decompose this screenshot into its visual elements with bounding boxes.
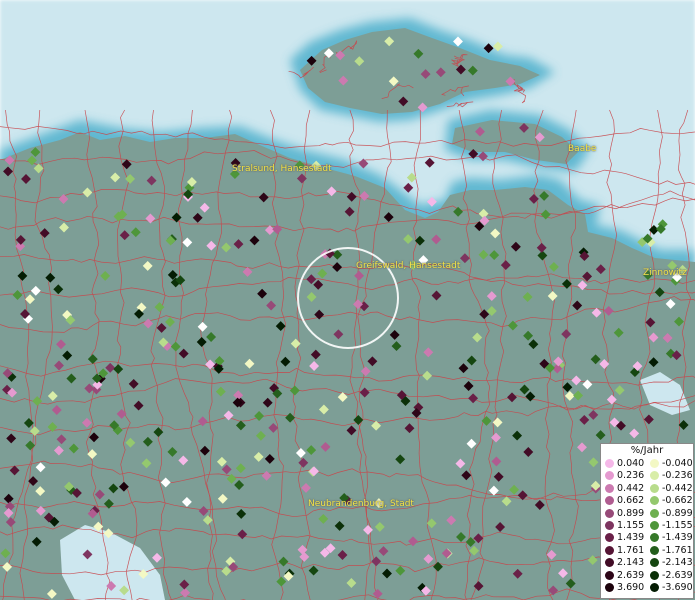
legend-row: 1.155 -1.155 — [603, 520, 693, 532]
place-label-baabe: Baabe — [568, 144, 597, 154]
legend-label-positive: 0.662 — [617, 495, 645, 507]
legend-swatch-positive — [605, 508, 614, 518]
legend-swatch-negative — [650, 570, 659, 580]
place-label-neubrandenburg: Neubrandenburg, Stadt — [308, 499, 414, 509]
map-canvas[interactable] — [0, 0, 695, 600]
place-label-zinnowitz: Zinnowitz — [643, 268, 687, 278]
legend-label-positive: 2.639 — [617, 569, 645, 581]
legend-swatch-positive — [605, 471, 614, 481]
legend-label-negative: -2.143 — [662, 557, 693, 569]
legend-row: 1.761 -1.761 — [603, 545, 693, 557]
legend-swatch-negative — [650, 545, 659, 555]
legend-label-negative: -1.439 — [662, 532, 693, 544]
legend-title: %/Jahr — [630, 445, 664, 456]
legend-row: 0.236 -0.236 — [603, 470, 693, 482]
legend-label-positive: 1.155 — [617, 520, 645, 531]
legend-label-negative: -1.155 — [662, 520, 693, 531]
legend-label-negative: -0.040 — [662, 458, 693, 469]
legend-label-positive: 1.761 — [617, 544, 645, 556]
map-legend: %/Jahr 0.040 -0.040 0.236 -0.236 0.442 -0.442… — [600, 443, 694, 599]
legend-swatch-negative — [650, 471, 659, 481]
legend-label-positive: 0.236 — [617, 470, 645, 482]
legend-row: 0.899 -0.899 — [603, 508, 693, 520]
legend-swatch-negative — [650, 583, 659, 592]
legend-swatch-positive — [605, 459, 614, 468]
legend-swatch-negative — [650, 521, 659, 530]
legend-swatch-positive — [605, 496, 614, 506]
place-label-greifswald: Greifswald, Hansestadt — [356, 261, 461, 271]
legend-swatch-positive — [605, 558, 614, 568]
legend-label-positive: 3.690 — [617, 582, 645, 593]
legend-label-positive: 1.439 — [617, 532, 645, 544]
legend-swatch-positive — [605, 533, 614, 543]
legend-row: 0.662 -0.662 — [603, 495, 693, 507]
legend-label-positive: 0.040 — [617, 458, 645, 469]
legend-label-positive: 0.442 — [617, 482, 645, 494]
legend-row: 1.439 -1.439 — [603, 532, 693, 544]
legend-label-negative: -1.761 — [662, 544, 693, 556]
legend-swatch-negative — [650, 533, 659, 543]
legend-row: 0.442 -0.442 — [603, 483, 693, 495]
legend-swatch-positive — [605, 521, 614, 530]
legend-swatch-negative — [650, 508, 659, 518]
legend-label-positive: 0.899 — [617, 507, 645, 519]
legend-row: 0.040 -0.040 — [603, 458, 693, 470]
legend-swatch-negative — [650, 496, 659, 506]
legend-label-negative: -2.639 — [662, 569, 693, 581]
legend-swatch-positive — [605, 570, 614, 580]
legend-swatch-negative — [650, 558, 659, 568]
map-view[interactable]: Stralsund, Hansestadt Greifswald, Hanses… — [0, 0, 695, 600]
legend-label-negative: -0.236 — [662, 470, 693, 482]
legend-label-negative: -0.442 — [662, 482, 693, 494]
legend-label-negative: -0.899 — [662, 507, 693, 519]
legend-row: 2.143 -2.143 — [603, 557, 693, 569]
legend-row: 3.690 -3.690 — [603, 582, 693, 594]
legend-label-negative: -3.690 — [662, 582, 693, 593]
place-label-stralsund: Stralsund, Hansestadt — [232, 164, 332, 174]
legend-swatch-negative — [650, 459, 659, 468]
legend-swatch-positive — [605, 583, 614, 592]
legend-label-positive: 2.143 — [617, 557, 645, 569]
legend-row: 2.639 -2.639 — [603, 570, 693, 582]
legend-swatch-negative — [650, 483, 659, 493]
legend-label-negative: -0.662 — [662, 495, 693, 507]
legend-swatch-positive — [605, 483, 614, 493]
legend-swatch-positive — [605, 545, 614, 555]
